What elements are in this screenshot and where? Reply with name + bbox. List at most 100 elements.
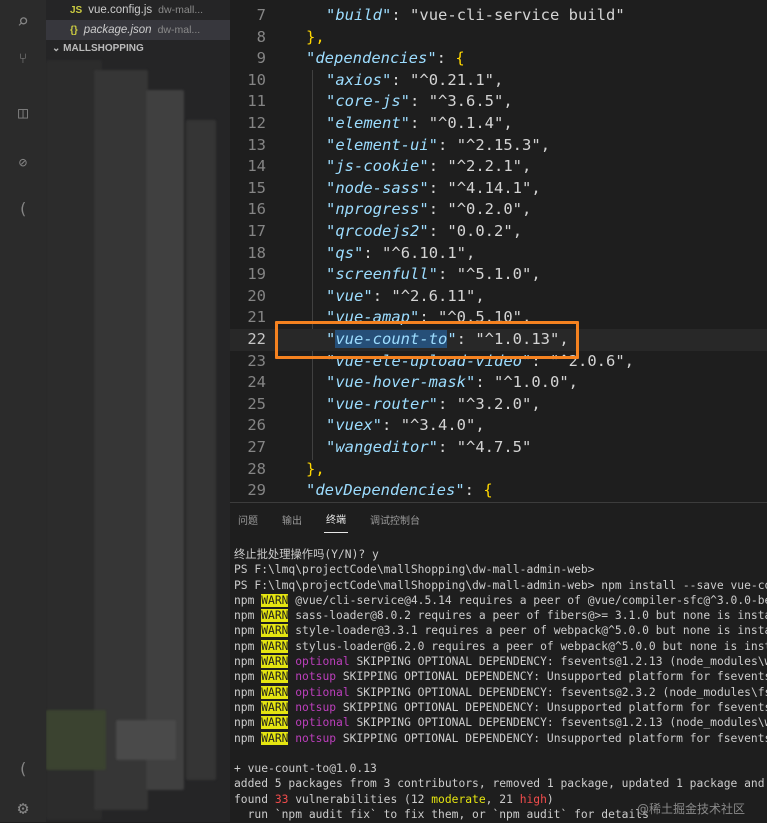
code-line: 13 "element-ui": "^2.15.3", — [230, 135, 767, 157]
code-text: "node-sass": "^4.14.1", — [326, 178, 541, 197]
code-text: "qs": "^6.10.1", — [326, 243, 476, 262]
line-number: 28 — [247, 459, 266, 478]
folder-header[interactable]: ⌄ MALLSHOPPING — [46, 40, 230, 58]
code-text: "nprogress": "^0.2.0", — [326, 200, 532, 219]
tab-debug-console[interactable]: 调试控制台 — [368, 506, 422, 533]
open-editor-name: vue.config.js — [88, 4, 153, 16]
code-line: 11 "core-js": "^3.6.5", — [230, 91, 767, 113]
line-number: 18 — [247, 243, 266, 262]
line-number: 17 — [247, 222, 266, 240]
gear-icon[interactable]: ⚙ — [10, 796, 36, 822]
js-file-icon: JS — [70, 4, 83, 16]
line-number: 15 — [247, 178, 266, 197]
search-icon[interactable]: ⌕ — [10, 8, 36, 34]
terminal-line: PS F:\lmq\projectCode\mallShopping\dw-ma… — [234, 578, 767, 592]
line-number: 10 — [247, 70, 266, 89]
code-line: 7 "build": "vue-cli-service build" — [230, 5, 767, 27]
line-number: 12 — [247, 114, 266, 132]
code-line: 8}, — [230, 27, 767, 49]
code-text: "js-cookie": "^2.2.1", — [326, 157, 532, 176]
folder-name: MALLSHOPPING — [63, 43, 144, 54]
code-text: "element-ui": "^2.15.3", — [326, 135, 551, 154]
terminal-warn-line: npm WARN optional SKIPPING OPTIONAL DEPE… — [234, 685, 767, 699]
file-tree-blurred — [46, 60, 230, 822]
code-line: 12 "element": "^0.1.4", — [230, 113, 767, 135]
code-text: "build": "vue-cli-service build" — [326, 6, 625, 24]
line-number: 9 — [256, 49, 266, 68]
line-number: 25 — [247, 394, 266, 413]
terminal-line: 终止批处理操作吗(Y/N)? y — [234, 548, 379, 561]
code-text: "vue-hover-mask": "^1.0.0", — [326, 373, 579, 392]
open-editor-item[interactable]: {} package.json dw-mal... — [46, 20, 230, 40]
line-number: 22 — [247, 330, 266, 348]
code-text: "qrcodejs2": "0.0.2", — [326, 222, 523, 240]
code-text: }, — [306, 27, 325, 46]
terminal-warn-line: npm WARN sass-loader@8.0.2 requires a pe… — [234, 609, 767, 623]
chevron-down-icon: ⌄ — [52, 43, 64, 54]
code-line: 29 "devDependencies": { — [230, 480, 767, 502]
open-editor-item[interactable]: JS vue.config.js dw-mall... — [46, 0, 230, 20]
line-number: 24 — [247, 373, 266, 392]
line-number: 26 — [247, 416, 266, 435]
code-line: 15 "node-sass": "^4.14.1", — [230, 178, 767, 200]
code-line: 24 "vue-hover-mask": "^1.0.0", — [230, 372, 767, 394]
code-line: 14 "js-cookie": "^2.2.1", — [230, 156, 767, 178]
line-number: 20 — [247, 286, 266, 305]
line-number: 13 — [247, 135, 266, 154]
code-editor[interactable]: 7 "build": "vue-cli-service build" 8}, 9 "de… — [230, 0, 767, 502]
tab-problems[interactable]: 问题 — [236, 506, 260, 533]
code-line: 20 "vue": "^2.6.11", — [230, 286, 767, 308]
terminal-output[interactable]: 终止批处理操作吗(Y/N)? y PS F:\lmq\projectCode\m… — [234, 547, 767, 822]
line-number: 8 — [256, 27, 266, 46]
panel-tabs: 问题 输出 终端 调试控制台 — [230, 503, 767, 535]
code-line: 10 "axios": "^0.21.1", — [230, 70, 767, 92]
code-text: "screenfull": "^5.1.0", — [326, 265, 541, 284]
line-number: 7 — [256, 6, 266, 24]
account-icon[interactable]: ( — [10, 756, 36, 782]
code-line: 9 "dependencies": { — [230, 48, 767, 70]
code-text: "vue": "^2.6.11", — [326, 286, 485, 305]
terminal-warn-line: npm WARN optional SKIPPING OPTIONAL DEPE… — [234, 716, 767, 730]
code-line: 25 "vue-router": "^3.2.0", — [230, 394, 767, 416]
tab-output[interactable]: 输出 — [280, 506, 304, 533]
code-text: "dependencies": { — [306, 49, 465, 68]
code-text: "wangeditor": "^4.7.5" — [326, 438, 532, 456]
extensions-icon[interactable]: ◫ — [10, 100, 36, 126]
code-line: 28}, — [230, 459, 767, 481]
terminal-warn-line: npm WARN @vue/cli-service@4.5.14 require… — [234, 593, 767, 607]
terminal-warn-line: npm WARN optional SKIPPING OPTIONAL DEPE… — [234, 655, 767, 669]
debug-icon[interactable]: ⊘ — [10, 150, 36, 176]
code-text: "vuex": "^3.4.0", — [326, 416, 485, 435]
code-text: }, — [306, 459, 325, 478]
line-number: 14 — [247, 157, 266, 176]
code-line: 16 "nprogress": "^0.2.0", — [230, 199, 767, 221]
json-file-icon: {} — [70, 24, 78, 36]
code-text: "devDependencies": { — [306, 481, 493, 500]
terminal-line: + vue-count-to@1.0.13 — [234, 762, 377, 776]
bottom-panel: 问题 输出 终端 调试控制台 终止批处理操作吗(Y/N)? y PS F:\lm… — [230, 502, 767, 823]
code-line: 26 "vuex": "^3.4.0", — [230, 415, 767, 437]
sidebar-explorer: JS vue.config.js dw-mall... {} package.j… — [46, 0, 230, 822]
source-control-icon[interactable]: ⑂ — [10, 46, 36, 72]
line-number: 11 — [247, 92, 266, 111]
line-number: 29 — [247, 481, 266, 500]
code-line: 27 "wangeditor": "^4.7.5" — [230, 437, 767, 459]
terminal-warn-line: npm WARN notsup SKIPPING OPTIONAL DEPEND… — [234, 670, 767, 684]
terminal-warn-line: npm WARN notsup SKIPPING OPTIONAL DEPEND… — [234, 700, 767, 714]
line-number: 16 — [247, 200, 266, 219]
terminal-warn-line: npm WARN style-loader@3.3.1 requires a p… — [234, 624, 767, 638]
open-editor-desc: dw-mall... — [158, 4, 204, 16]
code-line: 19 "screenfull": "^5.1.0", — [230, 264, 767, 286]
line-number: 19 — [247, 265, 266, 284]
code-line: 17 "qrcodejs2": "0.0.2", — [230, 221, 767, 243]
code-text: "vue-router": "^3.2.0", — [326, 394, 541, 413]
tab-terminal[interactable]: 终端 — [324, 505, 348, 533]
code-text: "axios": "^0.21.1", — [326, 70, 504, 89]
line-number: 23 — [247, 351, 266, 370]
activity-bar: ⌕ ⑂ ◫ ⊘ ( ( ⚙ — [0, 0, 46, 822]
remote-icon[interactable]: ( — [10, 196, 36, 222]
open-editor-desc: dw-mal... — [157, 24, 201, 36]
terminal-line: added 5 packages from 3 contributors, re… — [234, 777, 767, 791]
open-editor-name: package.json — [83, 24, 152, 36]
